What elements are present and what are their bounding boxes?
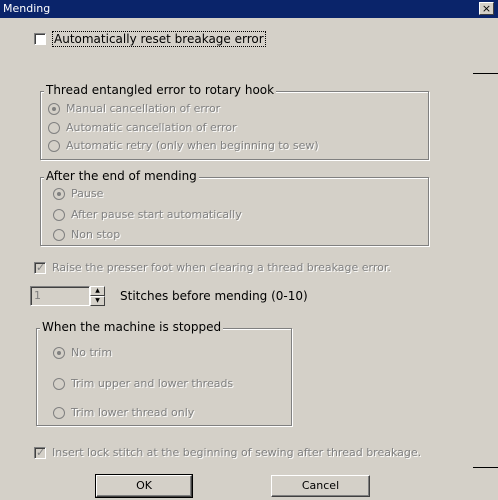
radio-non-stop[interactable] [53, 229, 65, 241]
radio-auto-cancel-label: Automatic cancellation of error [66, 121, 237, 134]
triangle-up-icon: ▲ [95, 287, 100, 294]
stitches-value: 1 [34, 289, 41, 302]
ok-button[interactable]: OK [95, 474, 193, 498]
radio-non-stop-label: Non stop [71, 228, 121, 241]
stitches-spinner: ▲ ▼ [90, 286, 105, 306]
stitches-label: Stitches before mending (0-10) [120, 289, 308, 303]
radio-after-pause-start-label: After pause start automatically [71, 208, 242, 221]
radio-trim-lower[interactable] [53, 407, 65, 419]
radio-trim-upper-lower[interactable] [53, 378, 65, 390]
spin-up-button[interactable]: ▲ [90, 286, 105, 296]
radio-auto-retry-label: Automatic retry (only when beginning to … [66, 139, 319, 152]
spin-down-button[interactable]: ▼ [90, 296, 105, 306]
lock-stitch-label: Insert lock stitch at the beginning of s… [52, 446, 422, 459]
radio-auto-retry[interactable] [48, 140, 60, 152]
radio-after-pause-start[interactable] [53, 209, 65, 221]
radio-pause-label: Pause [71, 187, 104, 200]
radio-trim-lower-label: Trim lower thread only [71, 406, 195, 419]
raise-presser-checkbox[interactable]: ✓ [34, 261, 46, 274]
triangle-down-icon: ▼ [95, 297, 100, 304]
radio-pause[interactable] [53, 188, 65, 200]
edge-line-bottom [473, 467, 498, 468]
close-icon: × [481, 2, 492, 15]
title-bar: Mending × [0, 0, 498, 18]
thread-entangled-legend: Thread entangled error to rotary hook [44, 83, 277, 97]
edge-line-top [473, 73, 498, 74]
stitches-input[interactable]: 1 [30, 286, 90, 306]
radio-no-trim-label: No trim [71, 346, 113, 359]
machine-stopped-legend: When the machine is stopped [40, 320, 224, 334]
radio-trim-upper-lower-label: Trim upper and lower threads [71, 377, 234, 390]
radio-no-trim[interactable] [53, 347, 65, 359]
close-button[interactable]: × [479, 2, 494, 15]
window-title: Mending [3, 2, 51, 15]
radio-manual-cancel-label: Manual cancellation of error [66, 102, 221, 115]
raise-presser-label: Raise the presser foot when clearing a t… [52, 261, 391, 274]
radio-auto-cancel[interactable] [48, 122, 60, 134]
lock-stitch-checkbox[interactable]: ✓ [34, 446, 46, 459]
auto-reset-label[interactable]: Automatically reset breakage error [52, 31, 266, 47]
cancel-button[interactable]: Cancel [271, 475, 370, 497]
radio-manual-cancel[interactable] [48, 103, 60, 115]
after-mending-legend: After the end of mending [44, 169, 199, 183]
auto-reset-checkbox[interactable] [34, 33, 46, 45]
